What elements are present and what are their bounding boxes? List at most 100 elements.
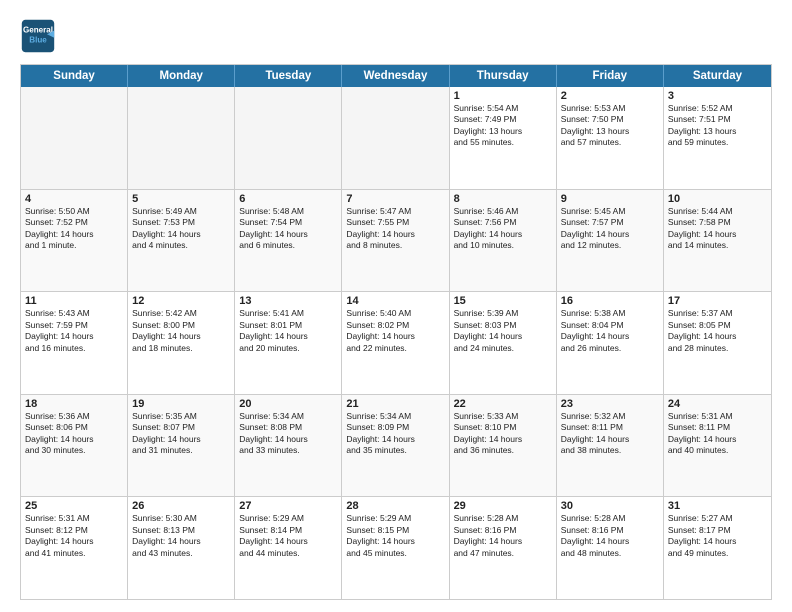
weekday-header-sunday: Sunday [21,65,128,87]
day-cell-26: 26Sunrise: 5:30 AM Sunset: 8:13 PM Dayli… [128,497,235,599]
day-cell-12: 12Sunrise: 5:42 AM Sunset: 8:00 PM Dayli… [128,292,235,394]
day-info: Sunrise: 5:28 AM Sunset: 8:16 PM Dayligh… [454,513,552,559]
day-number: 5 [132,193,230,205]
day-info: Sunrise: 5:29 AM Sunset: 8:15 PM Dayligh… [346,513,444,559]
day-info: Sunrise: 5:42 AM Sunset: 8:00 PM Dayligh… [132,308,230,354]
weekday-header-monday: Monday [128,65,235,87]
weekday-header-tuesday: Tuesday [235,65,342,87]
day-info: Sunrise: 5:31 AM Sunset: 8:12 PM Dayligh… [25,513,123,559]
day-number: 1 [454,90,552,102]
day-cell-11: 11Sunrise: 5:43 AM Sunset: 7:59 PM Dayli… [21,292,128,394]
day-number: 20 [239,398,337,410]
day-number: 31 [668,500,767,512]
calendar-row-2: 4Sunrise: 5:50 AM Sunset: 7:52 PM Daylig… [21,190,771,293]
day-number: 2 [561,90,659,102]
day-info: Sunrise: 5:52 AM Sunset: 7:51 PM Dayligh… [668,103,767,149]
day-cell-21: 21Sunrise: 5:34 AM Sunset: 8:09 PM Dayli… [342,395,449,497]
day-info: Sunrise: 5:46 AM Sunset: 7:56 PM Dayligh… [454,206,552,252]
day-cell-2: 2Sunrise: 5:53 AM Sunset: 7:50 PM Daylig… [557,87,664,189]
calendar-row-3: 11Sunrise: 5:43 AM Sunset: 7:59 PM Dayli… [21,292,771,395]
day-number: 24 [668,398,767,410]
day-cell-6: 6Sunrise: 5:48 AM Sunset: 7:54 PM Daylig… [235,190,342,292]
weekday-header-wednesday: Wednesday [342,65,449,87]
calendar-row-4: 18Sunrise: 5:36 AM Sunset: 8:06 PM Dayli… [21,395,771,498]
day-info: Sunrise: 5:41 AM Sunset: 8:01 PM Dayligh… [239,308,337,354]
day-info: Sunrise: 5:47 AM Sunset: 7:55 PM Dayligh… [346,206,444,252]
day-cell-10: 10Sunrise: 5:44 AM Sunset: 7:58 PM Dayli… [664,190,771,292]
day-cell-7: 7Sunrise: 5:47 AM Sunset: 7:55 PM Daylig… [342,190,449,292]
day-info: Sunrise: 5:43 AM Sunset: 7:59 PM Dayligh… [25,308,123,354]
day-info: Sunrise: 5:45 AM Sunset: 7:57 PM Dayligh… [561,206,659,252]
day-number: 17 [668,295,767,307]
day-cell-14: 14Sunrise: 5:40 AM Sunset: 8:02 PM Dayli… [342,292,449,394]
day-cell-8: 8Sunrise: 5:46 AM Sunset: 7:56 PM Daylig… [450,190,557,292]
day-number: 30 [561,500,659,512]
day-cell-17: 17Sunrise: 5:37 AM Sunset: 8:05 PM Dayli… [664,292,771,394]
day-cell-31: 31Sunrise: 5:27 AM Sunset: 8:17 PM Dayli… [664,497,771,599]
day-info: Sunrise: 5:49 AM Sunset: 7:53 PM Dayligh… [132,206,230,252]
day-number: 29 [454,500,552,512]
day-number: 10 [668,193,767,205]
day-number: 21 [346,398,444,410]
day-cell-28: 28Sunrise: 5:29 AM Sunset: 8:15 PM Dayli… [342,497,449,599]
day-number: 26 [132,500,230,512]
header: General Blue [20,18,772,54]
day-info: Sunrise: 5:40 AM Sunset: 8:02 PM Dayligh… [346,308,444,354]
day-cell-30: 30Sunrise: 5:28 AM Sunset: 8:16 PM Dayli… [557,497,664,599]
calendar: SundayMondayTuesdayWednesdayThursdayFrid… [20,64,772,600]
day-info: Sunrise: 5:28 AM Sunset: 8:16 PM Dayligh… [561,513,659,559]
day-number: 3 [668,90,767,102]
day-number: 8 [454,193,552,205]
svg-text:Blue: Blue [29,35,47,44]
empty-cell [128,87,235,189]
page: General Blue SundayMondayTuesdayWednesda… [0,0,792,612]
day-info: Sunrise: 5:32 AM Sunset: 8:11 PM Dayligh… [561,411,659,457]
logo-icon: General Blue [20,18,56,54]
calendar-row-1: 1Sunrise: 5:54 AM Sunset: 7:49 PM Daylig… [21,87,771,190]
day-info: Sunrise: 5:53 AM Sunset: 7:50 PM Dayligh… [561,103,659,149]
logo: General Blue [20,18,60,54]
day-cell-25: 25Sunrise: 5:31 AM Sunset: 8:12 PM Dayli… [21,497,128,599]
day-number: 9 [561,193,659,205]
empty-cell [235,87,342,189]
day-info: Sunrise: 5:39 AM Sunset: 8:03 PM Dayligh… [454,308,552,354]
day-cell-16: 16Sunrise: 5:38 AM Sunset: 8:04 PM Dayli… [557,292,664,394]
day-info: Sunrise: 5:37 AM Sunset: 8:05 PM Dayligh… [668,308,767,354]
day-number: 23 [561,398,659,410]
day-cell-13: 13Sunrise: 5:41 AM Sunset: 8:01 PM Dayli… [235,292,342,394]
day-number: 22 [454,398,552,410]
day-info: Sunrise: 5:38 AM Sunset: 8:04 PM Dayligh… [561,308,659,354]
day-number: 12 [132,295,230,307]
day-number: 25 [25,500,123,512]
day-number: 6 [239,193,337,205]
day-info: Sunrise: 5:27 AM Sunset: 8:17 PM Dayligh… [668,513,767,559]
day-info: Sunrise: 5:34 AM Sunset: 8:09 PM Dayligh… [346,411,444,457]
weekday-header-saturday: Saturday [664,65,771,87]
day-info: Sunrise: 5:36 AM Sunset: 8:06 PM Dayligh… [25,411,123,457]
day-cell-29: 29Sunrise: 5:28 AM Sunset: 8:16 PM Dayli… [450,497,557,599]
day-number: 4 [25,193,123,205]
calendar-body: 1Sunrise: 5:54 AM Sunset: 7:49 PM Daylig… [21,87,771,599]
calendar-row-5: 25Sunrise: 5:31 AM Sunset: 8:12 PM Dayli… [21,497,771,599]
day-number: 15 [454,295,552,307]
day-number: 7 [346,193,444,205]
day-cell-9: 9Sunrise: 5:45 AM Sunset: 7:57 PM Daylig… [557,190,664,292]
day-cell-22: 22Sunrise: 5:33 AM Sunset: 8:10 PM Dayli… [450,395,557,497]
day-info: Sunrise: 5:30 AM Sunset: 8:13 PM Dayligh… [132,513,230,559]
day-info: Sunrise: 5:31 AM Sunset: 8:11 PM Dayligh… [668,411,767,457]
day-number: 11 [25,295,123,307]
weekday-header-friday: Friday [557,65,664,87]
day-cell-4: 4Sunrise: 5:50 AM Sunset: 7:52 PM Daylig… [21,190,128,292]
empty-cell [21,87,128,189]
day-info: Sunrise: 5:50 AM Sunset: 7:52 PM Dayligh… [25,206,123,252]
day-cell-19: 19Sunrise: 5:35 AM Sunset: 8:07 PM Dayli… [128,395,235,497]
day-info: Sunrise: 5:33 AM Sunset: 8:10 PM Dayligh… [454,411,552,457]
day-number: 13 [239,295,337,307]
day-cell-15: 15Sunrise: 5:39 AM Sunset: 8:03 PM Dayli… [450,292,557,394]
day-info: Sunrise: 5:54 AM Sunset: 7:49 PM Dayligh… [454,103,552,149]
day-number: 16 [561,295,659,307]
day-info: Sunrise: 5:35 AM Sunset: 8:07 PM Dayligh… [132,411,230,457]
day-cell-20: 20Sunrise: 5:34 AM Sunset: 8:08 PM Dayli… [235,395,342,497]
day-number: 18 [25,398,123,410]
weekday-header-thursday: Thursday [450,65,557,87]
